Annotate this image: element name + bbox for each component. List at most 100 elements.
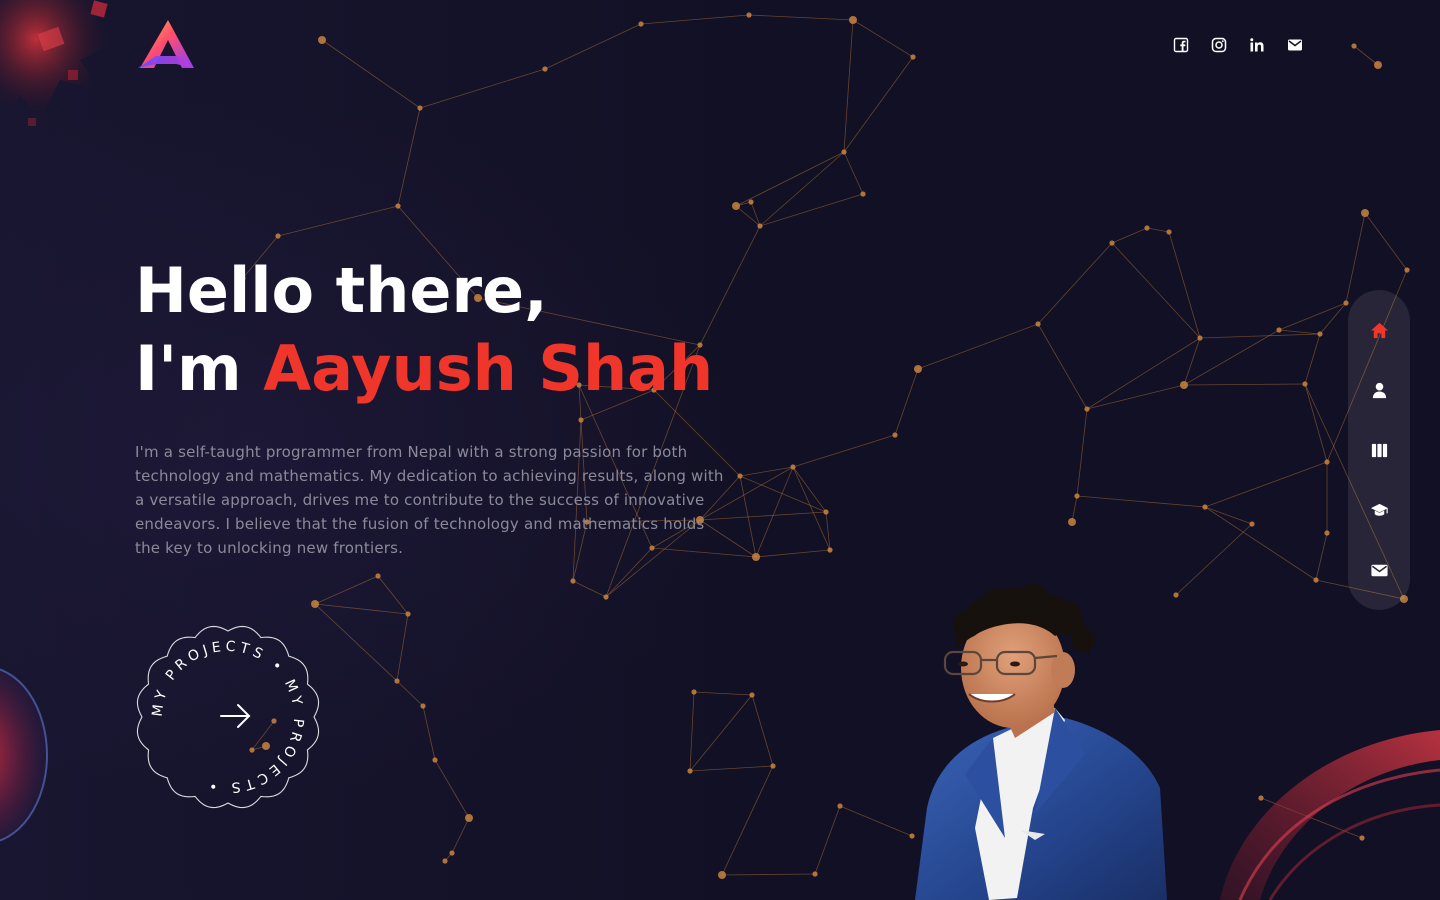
intro-prefix: I'm — [135, 332, 264, 405]
network-node — [748, 199, 754, 205]
network-line — [1345, 212, 1366, 304]
network-line — [377, 575, 409, 615]
mail-icon — [1370, 564, 1388, 576]
nav-contact[interactable] — [1361, 552, 1397, 588]
instagram-icon[interactable] — [1210, 36, 1228, 54]
network-line — [1278, 302, 1347, 331]
network-node — [790, 464, 796, 470]
nav-home[interactable] — [1361, 312, 1397, 348]
network-line — [748, 14, 854, 21]
network-line — [419, 68, 546, 109]
network-line — [1353, 45, 1379, 66]
network-line — [917, 323, 1039, 370]
nav-education[interactable] — [1361, 492, 1397, 528]
network-line — [451, 817, 470, 854]
linkedin-icon[interactable] — [1248, 36, 1266, 54]
network-node — [757, 223, 763, 229]
facebook-icon[interactable] — [1172, 36, 1190, 54]
network-node — [394, 678, 400, 684]
network-node — [737, 473, 743, 479]
network-node — [1084, 406, 1090, 412]
network-line — [843, 19, 854, 153]
network-node — [1351, 43, 1357, 49]
network-node — [687, 768, 693, 774]
network-node — [420, 703, 426, 709]
network-line — [1076, 408, 1088, 497]
network-node — [1109, 240, 1115, 246]
network-node — [1361, 209, 1369, 217]
network-line — [1204, 506, 1317, 581]
network-line — [721, 765, 774, 876]
network-line — [1086, 384, 1185, 410]
network-node — [1302, 381, 1308, 387]
network-line — [693, 691, 753, 696]
network-line — [1204, 506, 1253, 525]
network-node — [375, 573, 381, 579]
nav-portfolio[interactable] — [1361, 432, 1397, 468]
network-node — [827, 547, 833, 553]
network-line — [751, 694, 774, 767]
network-line — [1037, 323, 1088, 410]
network-node — [1068, 518, 1076, 526]
network-line — [1304, 383, 1328, 463]
columns-icon — [1371, 443, 1387, 457]
network-line — [721, 873, 816, 876]
network-node — [849, 16, 857, 24]
network-node — [746, 12, 752, 18]
network-node — [395, 203, 401, 209]
letter-a-logo[interactable] — [136, 18, 196, 72]
network-node — [465, 814, 473, 822]
network-line — [1168, 231, 1201, 339]
my-projects-button[interactable]: MY PROJECTS • MY PROJECTS • — [135, 624, 321, 810]
user-icon — [1372, 382, 1386, 398]
graduation-cap-icon — [1370, 503, 1388, 516]
network-node — [812, 871, 818, 877]
network-node — [1324, 530, 1330, 536]
network-node — [770, 763, 776, 769]
network-node — [1404, 267, 1410, 273]
hero-name: Aayush Shah — [263, 332, 714, 405]
network-line — [689, 694, 753, 772]
network-node — [542, 66, 548, 72]
network-node — [1313, 577, 1319, 583]
network-line — [843, 151, 864, 195]
network-node — [892, 432, 898, 438]
network-line — [839, 805, 913, 837]
network-line — [689, 691, 695, 772]
network-line — [1111, 227, 1148, 244]
network-line — [759, 193, 864, 227]
network-node — [823, 509, 829, 515]
network-node — [311, 600, 319, 608]
network-line — [735, 151, 845, 207]
network-node — [1374, 61, 1382, 69]
network-line — [755, 549, 831, 558]
network-node — [442, 858, 448, 864]
network-line — [1037, 242, 1113, 325]
hero-heading: Hello there, I'm Aayush Shah — [135, 252, 713, 408]
social-links — [1172, 36, 1304, 54]
network-node — [1144, 225, 1150, 231]
network-node — [914, 365, 922, 373]
network-line — [894, 368, 919, 436]
network-node — [1166, 229, 1172, 235]
network-line — [1315, 532, 1328, 581]
mail-icon[interactable] — [1286, 36, 1304, 54]
arrow-right-icon — [220, 704, 251, 728]
network-node — [570, 578, 576, 584]
network-line — [792, 466, 831, 551]
network-line — [572, 580, 607, 598]
network-line — [277, 205, 399, 237]
network-node — [1180, 381, 1188, 389]
network-line — [1364, 212, 1408, 271]
network-node — [691, 689, 697, 695]
nav-about[interactable] — [1361, 372, 1397, 408]
network-line — [1199, 333, 1321, 339]
network-node — [405, 611, 411, 617]
network-line — [1146, 227, 1170, 233]
network-line — [1204, 461, 1328, 508]
network-line — [759, 151, 845, 227]
greeting-text: Hello there, — [135, 254, 548, 327]
network-line — [825, 511, 831, 551]
network-node — [910, 54, 916, 60]
hero-description: I'm a self-taught programmer from Nepal … — [135, 443, 724, 557]
